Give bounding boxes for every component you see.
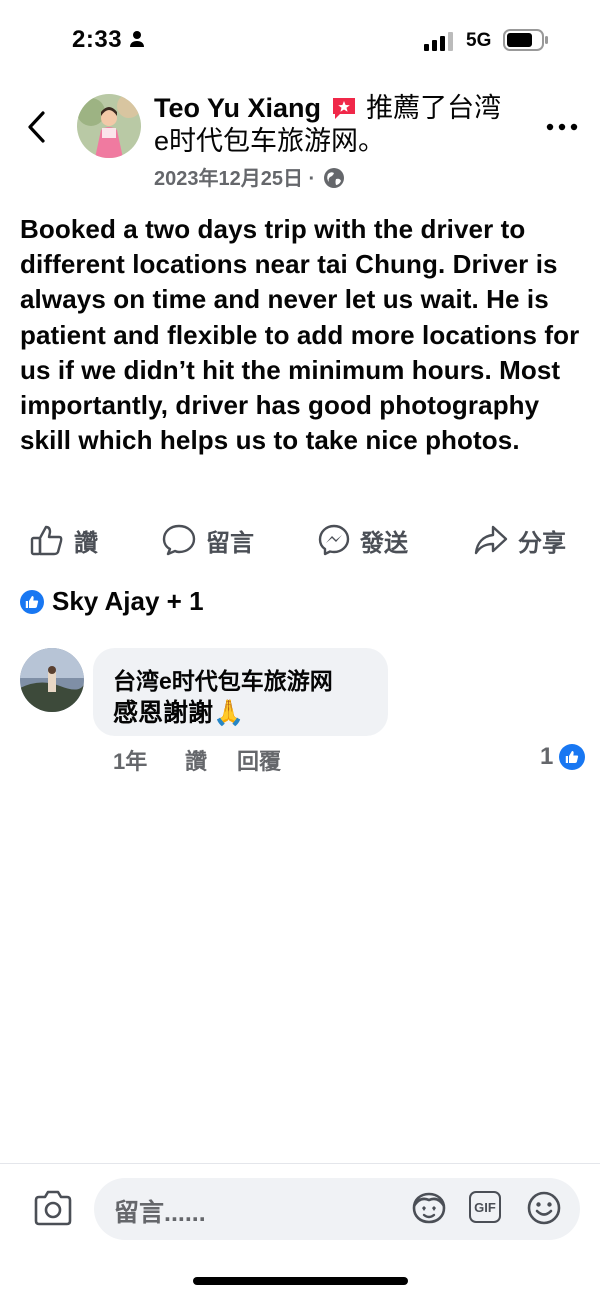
comment-reply-link[interactable]: 回覆 bbox=[237, 744, 281, 776]
battery-icon bbox=[503, 29, 548, 51]
post-date: 2023年12月25日 · bbox=[154, 162, 345, 191]
like-reaction-icon bbox=[559, 744, 586, 770]
messenger-icon bbox=[318, 524, 350, 556]
home-indicator bbox=[193, 1277, 408, 1285]
share-button[interactable]: 分享 bbox=[474, 520, 566, 560]
signal-icon bbox=[424, 32, 453, 51]
gif-button[interactable]: GIF bbox=[469, 1191, 501, 1223]
author-name[interactable]: Teo Yu Xiang bbox=[154, 93, 321, 123]
more-options-icon[interactable] bbox=[546, 122, 578, 132]
back-chevron-icon[interactable] bbox=[26, 110, 48, 144]
send-button[interactable]: 發送 bbox=[318, 520, 408, 560]
network-type: 5G bbox=[466, 30, 492, 51]
person-icon bbox=[130, 31, 145, 47]
reactions-summary[interactable]: Sky Ajay + 1 bbox=[20, 586, 204, 617]
camera-icon[interactable] bbox=[33, 1190, 73, 1226]
comment-input-placeholder: 留言...... bbox=[114, 1199, 206, 1227]
comment-author[interactable]: 台湾e时代包车旅游网 bbox=[113, 662, 333, 696]
comment-text: 感恩謝謝🙏 bbox=[113, 699, 245, 727]
comment-like-link[interactable]: 讚 bbox=[185, 744, 207, 776]
recommend-icon bbox=[332, 98, 355, 119]
like-reaction-icon bbox=[20, 589, 44, 614]
status-time: 2:33 bbox=[72, 26, 145, 54]
thumbs-up-icon bbox=[30, 525, 63, 556]
like-button[interactable]: 讚 bbox=[30, 520, 98, 560]
avatar-sticker-icon[interactable] bbox=[410, 1190, 448, 1226]
globe-icon bbox=[323, 168, 344, 188]
comment-bubble-icon bbox=[162, 524, 196, 556]
share-arrow-icon bbox=[474, 525, 508, 555]
post-header-title: Teo Yu Xiang 推薦了台湾e时代包车旅游网。 bbox=[154, 92, 514, 158]
comment-time: 1年 bbox=[113, 749, 148, 774]
commenter-avatar[interactable] bbox=[20, 648, 84, 712]
author-avatar[interactable] bbox=[77, 94, 141, 158]
emoji-icon[interactable] bbox=[526, 1190, 562, 1226]
composer-divider bbox=[0, 1163, 600, 1164]
post-body: Booked a two days trip with the driver t… bbox=[20, 214, 580, 456]
comment-button[interactable]: 留言 bbox=[162, 520, 254, 560]
reactions-text: Sky Ajay + 1 bbox=[52, 586, 204, 616]
comment-like-count[interactable]: 1 bbox=[540, 743, 586, 771]
